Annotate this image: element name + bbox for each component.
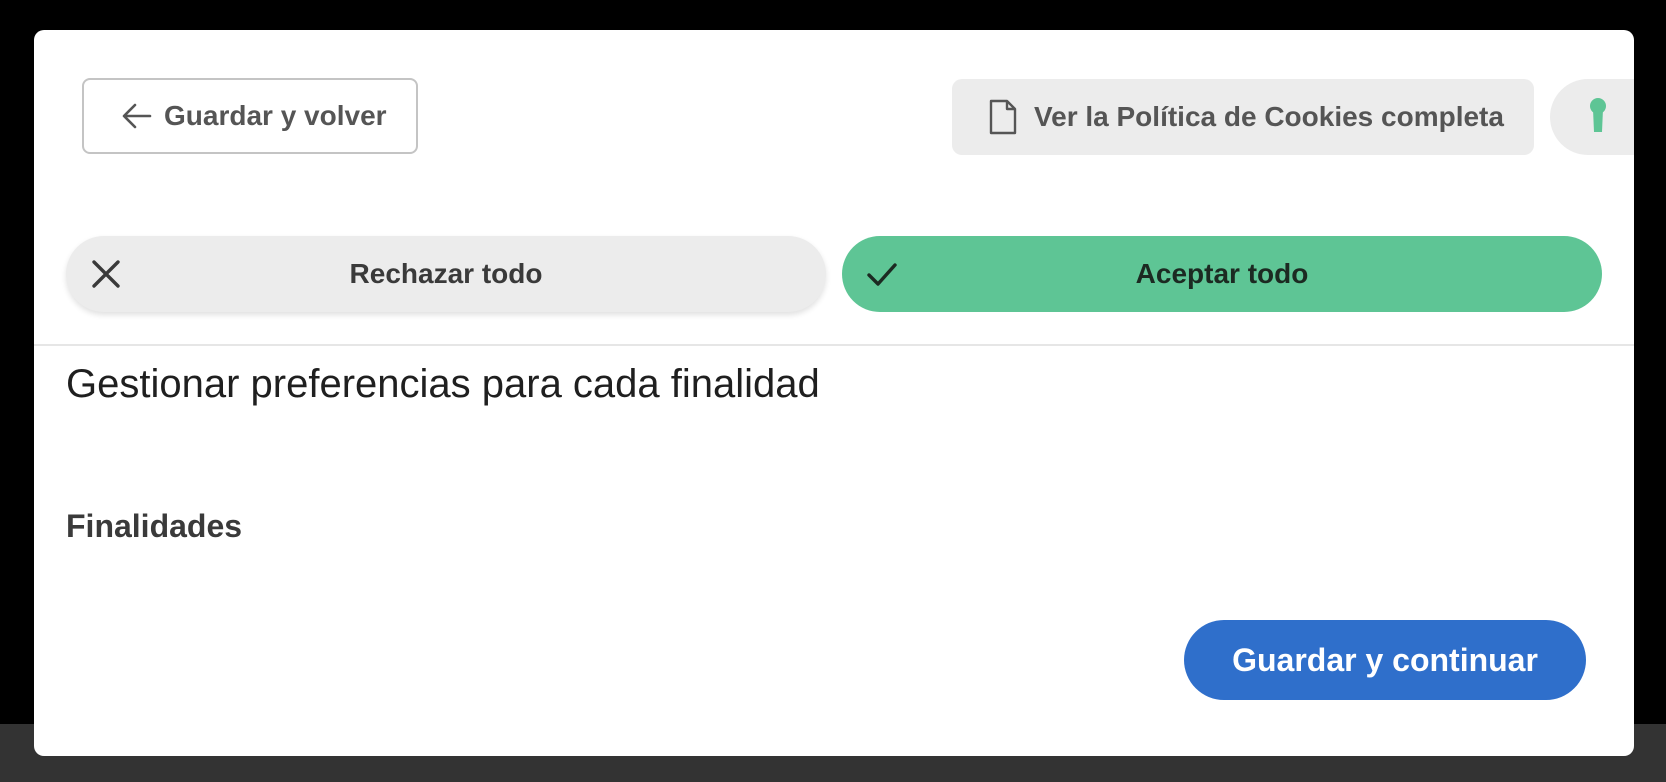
view-cookie-policy-button[interactable]: Ver la Política de Cookies completa bbox=[952, 79, 1534, 155]
view-cookie-policy-label: Ver la Política de Cookies completa bbox=[1034, 101, 1504, 132]
cookie-preferences-dialog: Guardar y volver Ver la Política de Cook… bbox=[34, 30, 1634, 756]
arrow-left-icon bbox=[120, 99, 154, 133]
reject-all-label: Rechazar todo bbox=[349, 258, 543, 289]
divider bbox=[34, 344, 1634, 346]
page-title: Gestionar preferencias para cada finalid… bbox=[66, 362, 820, 406]
keyhole-icon bbox=[1588, 97, 1608, 138]
save-and-back-button[interactable]: Guardar y volver bbox=[82, 78, 418, 154]
close-icon bbox=[88, 256, 124, 292]
lock-button[interactable] bbox=[1550, 79, 1634, 155]
save-and-continue-label: Guardar y continuar bbox=[1232, 641, 1538, 678]
reject-all-button[interactable]: Rechazar todo bbox=[66, 236, 826, 312]
document-icon bbox=[988, 99, 1020, 135]
accept-all-button[interactable]: Aceptar todo bbox=[842, 236, 1602, 312]
save-and-back-label: Guardar y volver bbox=[164, 100, 387, 131]
purposes-heading: Finalidades bbox=[66, 508, 243, 544]
check-icon bbox=[864, 256, 900, 292]
save-and-continue-button[interactable]: Guardar y continuar bbox=[1184, 620, 1586, 700]
accept-all-label: Aceptar todo bbox=[1135, 258, 1309, 289]
